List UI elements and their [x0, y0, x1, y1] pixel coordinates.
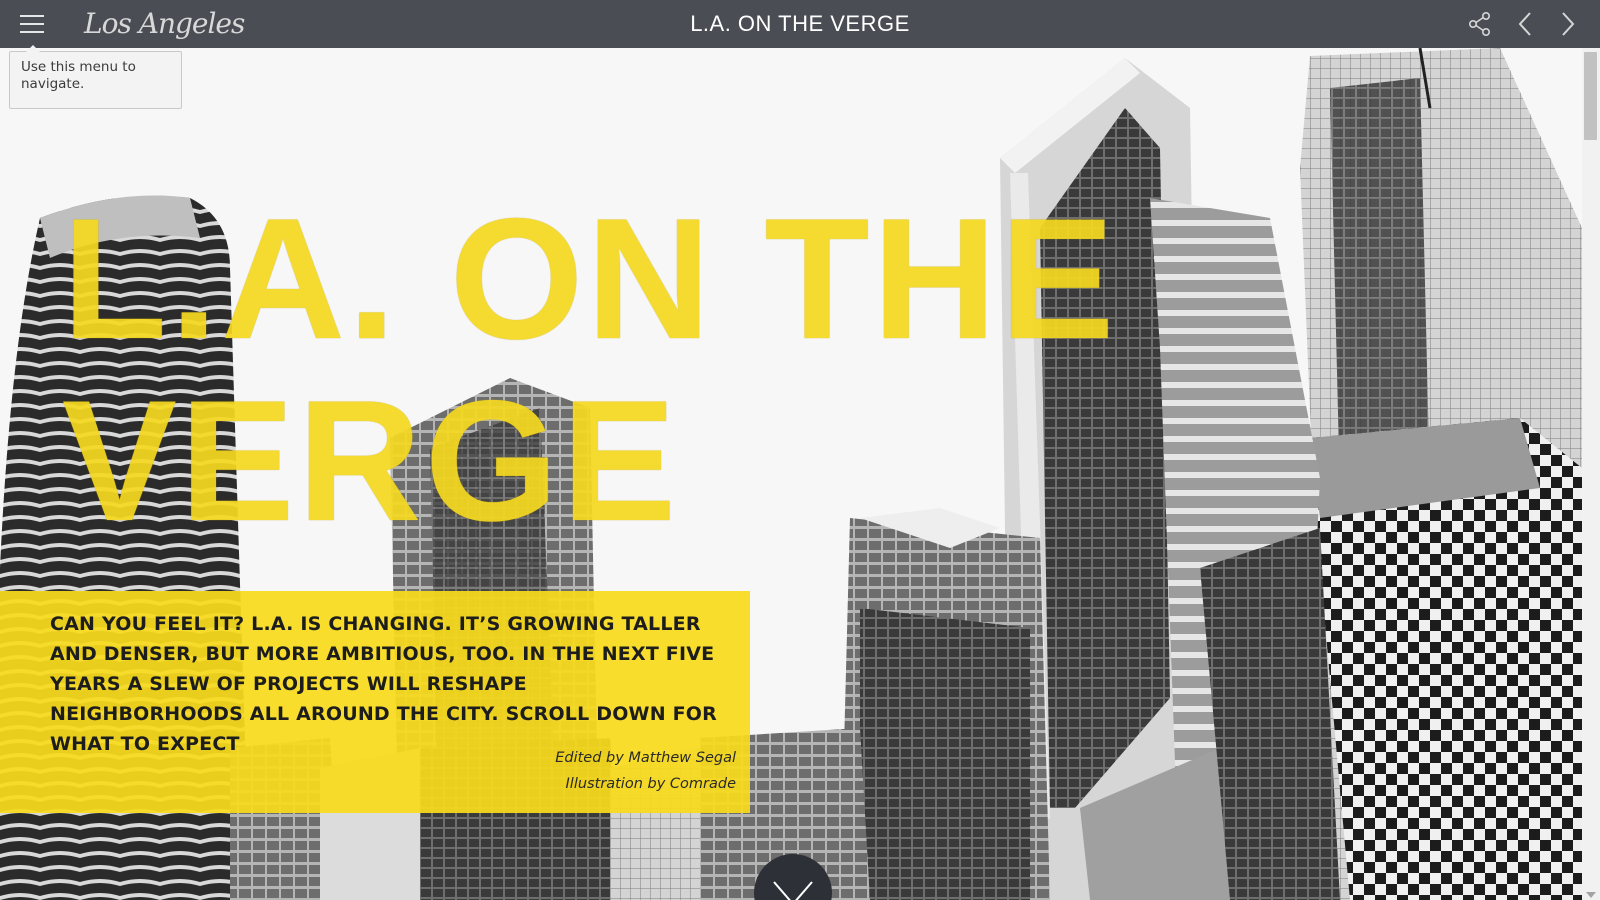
chevron-down-icon — [773, 881, 813, 900]
scroll-down-button[interactable] — [754, 854, 832, 900]
hero-headline-line2: VERGE — [62, 365, 680, 557]
hero-headline-line1: L.A. ON THE — [62, 183, 1118, 375]
magazine-logo[interactable]: Los Angeles — [84, 6, 245, 42]
intro-text: Can you feel it? L.A. is changing. It’s … — [50, 613, 717, 755]
page-scrollbar[interactable] — [1582, 48, 1600, 900]
hamburger-icon[interactable] — [18, 12, 46, 36]
credits: Edited by Matthew Segal Illustration by … — [555, 745, 736, 797]
illustration-by: Illustration by Comrade — [565, 776, 736, 792]
top-bar: Los Angeles L.A. ON THE VERGE — [0, 0, 1600, 48]
menu-tooltip: Use this menu to navigate. — [9, 45, 182, 109]
chevron-right-icon[interactable] — [1554, 10, 1582, 38]
intro-box: Can you feel it? L.A. is changing. It’s … — [0, 591, 750, 813]
hero-section: L.A. ON THE VERGE Can you feel it? L.A. … — [0, 48, 1582, 900]
edited-by: Edited by Matthew Segal — [555, 750, 736, 766]
chevron-left-icon[interactable] — [1512, 10, 1540, 38]
hero-headline: L.A. ON THE VERGE — [62, 188, 1192, 552]
scroll-down-arrow-icon[interactable] — [1586, 892, 1596, 898]
scrollbar-thumb[interactable] — [1584, 52, 1597, 140]
share-icon[interactable] — [1466, 10, 1494, 38]
